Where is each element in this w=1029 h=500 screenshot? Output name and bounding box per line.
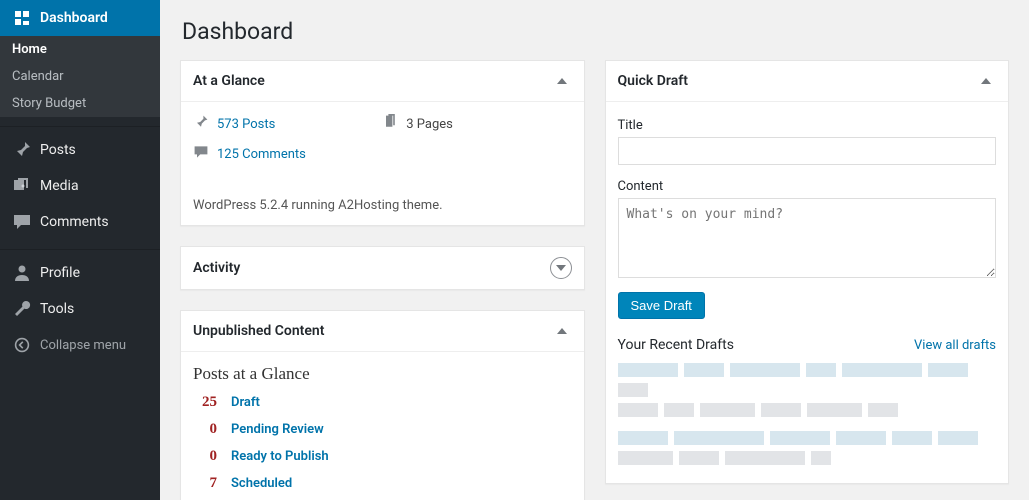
status-draft[interactable]: Draft xyxy=(231,395,260,410)
unpublished-box: Unpublished Content Posts at a Glance 25… xyxy=(180,310,585,500)
draft-title-label: Title xyxy=(618,118,997,133)
menu-profile[interactable]: Profile xyxy=(0,255,160,291)
view-all-drafts-link[interactable]: View all drafts xyxy=(914,338,996,353)
media-icon xyxy=(12,176,32,196)
menu-comments[interactable]: Comments xyxy=(0,204,160,240)
draft-content-label: Content xyxy=(618,179,997,194)
menu-label: Posts xyxy=(40,142,76,158)
menu-label: Tools xyxy=(40,301,74,317)
submenu-calendar[interactable]: Calendar xyxy=(0,63,160,90)
user-icon xyxy=(12,263,32,283)
wrench-icon xyxy=(12,299,32,319)
recent-drafts-title: Your Recent Drafts xyxy=(618,337,734,353)
status-count: 0 xyxy=(193,421,217,438)
status-row: 0 Ready to Publish xyxy=(193,448,572,465)
menu-separator xyxy=(0,122,160,127)
pages-text: 3 Pages xyxy=(406,117,453,132)
posts-link[interactable]: 573 Posts xyxy=(217,117,275,132)
comment-icon xyxy=(193,144,209,164)
status-ready[interactable]: Ready to Publish xyxy=(231,449,329,464)
glance-comments: 125 Comments xyxy=(193,144,382,174)
status-count: 0 xyxy=(193,448,217,465)
activity-title: Activity xyxy=(193,260,240,276)
menu-posts[interactable]: Posts xyxy=(0,132,160,168)
collapse-menu[interactable]: Collapse menu xyxy=(0,327,160,363)
menu-media[interactable]: Media xyxy=(0,168,160,204)
page-title: Dashboard xyxy=(182,18,1009,45)
admin-sidebar: Dashboard Home Calendar Story Budget Pos… xyxy=(0,0,160,500)
status-pending[interactable]: Pending Review xyxy=(231,422,324,437)
collapse-icon xyxy=(12,335,32,355)
at-a-glance-box: At a Glance 573 Posts 3 Pages xyxy=(180,60,585,226)
status-scheduled[interactable]: Scheduled xyxy=(231,476,292,491)
menu-separator xyxy=(0,245,160,250)
activity-box: Activity xyxy=(180,246,585,290)
quick-draft-title: Quick Draft xyxy=(618,73,688,89)
glance-posts: 573 Posts xyxy=(193,114,382,144)
content-area: Dashboard At a Glance 573 Posts xyxy=(160,0,1029,500)
dashboard-icon xyxy=(12,8,32,28)
collapse-label: Collapse menu xyxy=(40,338,126,353)
at-a-glance-title: At a Glance xyxy=(193,73,265,89)
status-row: 7 Scheduled xyxy=(193,475,572,492)
menu-dashboard[interactable]: Dashboard xyxy=(0,0,160,36)
menu-label: Comments xyxy=(40,214,109,230)
pin-icon xyxy=(12,140,32,160)
submenu-story-budget[interactable]: Story Budget xyxy=(0,90,160,117)
toggle-unpublished[interactable] xyxy=(552,321,572,341)
draft-title-input[interactable] xyxy=(618,137,997,165)
status-count: 7 xyxy=(193,475,217,492)
status-row: 25 Draft xyxy=(193,394,572,411)
toggle-activity[interactable] xyxy=(550,257,572,279)
toggle-at-a-glance[interactable] xyxy=(552,71,572,91)
pin-icon xyxy=(193,114,209,134)
menu-label: Dashboard xyxy=(40,10,108,26)
menu-tools[interactable]: Tools xyxy=(0,291,160,327)
menu-label: Profile xyxy=(40,265,80,281)
status-count: 25 xyxy=(193,394,217,411)
posts-glance-title: Posts at a Glance xyxy=(193,364,572,384)
comment-icon xyxy=(12,212,32,232)
glance-footer: WordPress 5.2.4 running A2Hosting theme. xyxy=(181,186,584,225)
save-draft-button[interactable]: Save Draft xyxy=(618,292,705,319)
comments-link[interactable]: 125 Comments xyxy=(217,147,306,162)
recent-drafts-placeholder xyxy=(618,363,997,465)
draft-content-textarea[interactable] xyxy=(618,198,997,278)
submenu-home[interactable]: Home xyxy=(0,36,160,63)
menu-label: Media xyxy=(40,178,79,194)
toggle-quick-draft[interactable] xyxy=(976,71,996,91)
unpublished-title: Unpublished Content xyxy=(193,323,324,339)
pages-icon xyxy=(382,114,398,134)
status-row: 0 Pending Review xyxy=(193,421,572,438)
quick-draft-box: Quick Draft Title Content Save Draft You… xyxy=(605,60,1010,484)
glance-pages: 3 Pages xyxy=(382,114,571,144)
